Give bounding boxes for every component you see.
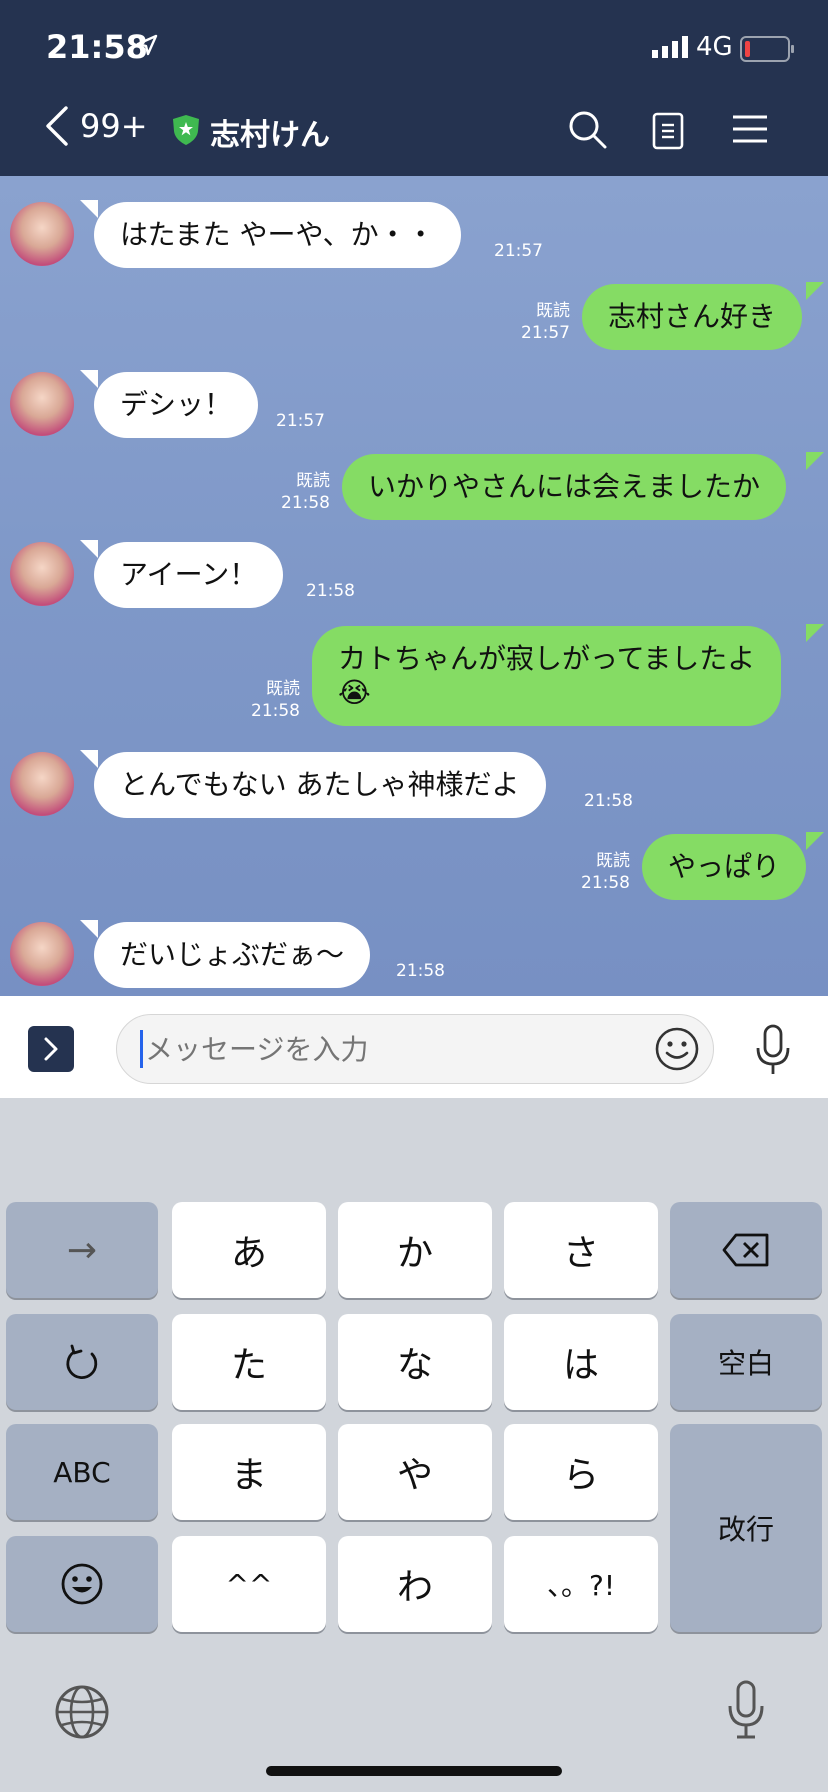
network-type: 4G — [696, 32, 733, 62]
message-bubble-outgoing[interactable]: 志村さん好き — [582, 284, 803, 350]
message-time: 21:58 — [251, 701, 300, 721]
read-receipt: 既読 — [536, 301, 570, 321]
message-bubble-outgoing[interactable]: やっぱり — [642, 834, 807, 900]
avatar[interactable] — [10, 752, 74, 816]
chat-area[interactable]: はたまた やーや、か・・ 21:57 既読 21:57 志村さん好き デシッ！ … — [0, 176, 828, 996]
undo-icon — [66, 1344, 98, 1379]
message-text: カトちゃんが寂しがってましたよ — [338, 642, 756, 675]
verified-shield-icon — [173, 115, 199, 145]
message-time: 21:58 — [396, 961, 445, 981]
crying-emoji: 😭 — [338, 676, 371, 709]
status-time: 21:58 — [46, 28, 148, 66]
text-caret — [140, 1030, 143, 1068]
notes-icon[interactable] — [652, 112, 684, 150]
key-ha[interactable]: は — [504, 1314, 658, 1410]
key-abc[interactable]: ABC — [6, 1424, 158, 1520]
key-ta[interactable]: た — [172, 1314, 326, 1410]
globe-icon[interactable] — [54, 1684, 110, 1740]
message-time: 21:58 — [281, 493, 330, 513]
home-indicator — [266, 1766, 562, 1776]
key-ra[interactable]: ら — [504, 1424, 658, 1520]
key-na[interactable]: な — [338, 1314, 492, 1410]
message-bubble-incoming[interactable]: アイーン！ — [94, 542, 284, 608]
battery-icon — [740, 36, 794, 62]
key-kaomoji[interactable]: ^^ — [172, 1536, 326, 1632]
key-ya[interactable]: や — [338, 1424, 492, 1520]
key-arrow[interactable]: → — [6, 1202, 158, 1298]
signal-icon — [652, 36, 688, 58]
message-time: 21:57 — [276, 411, 325, 431]
read-receipt: 既読 — [596, 851, 630, 871]
back-button[interactable]: 99+ — [44, 106, 148, 146]
avatar[interactable] — [10, 202, 74, 266]
backspace-icon — [722, 1233, 769, 1267]
key-ka[interactable]: か — [338, 1202, 492, 1298]
chevron-right-icon — [44, 1037, 58, 1061]
message-time: 21:58 — [306, 581, 355, 601]
menu-icon[interactable] — [732, 114, 768, 144]
message-bubble-outgoing[interactable]: カトちゃんが寂しがってましたよ 😭 — [312, 626, 782, 726]
message-bubble-incoming[interactable]: はたまた やーや、か・・ — [94, 202, 461, 268]
key-wa[interactable]: わ — [338, 1536, 492, 1632]
key-enter[interactable]: 改行 — [670, 1424, 822, 1632]
search-icon[interactable] — [568, 110, 608, 150]
microphone-icon[interactable] — [754, 1024, 792, 1076]
chevron-left-icon — [46, 106, 68, 146]
key-undo[interactable] — [6, 1314, 158, 1410]
message-bubble-incoming[interactable]: とんでもない あたしゃ神様だよ — [94, 752, 546, 818]
chat-header: 21:58 4G 99+ 志村けん — [0, 0, 828, 176]
avatar[interactable] — [10, 922, 74, 986]
emoji-icon — [61, 1563, 103, 1605]
unread-count: 99+ — [80, 107, 148, 145]
key-ma[interactable]: ま — [172, 1424, 326, 1520]
read-receipt: 既読 — [296, 471, 330, 491]
message-input[interactable] — [116, 1014, 714, 1084]
key-punctuation[interactable]: 、。?! — [504, 1536, 658, 1632]
avatar[interactable] — [10, 542, 74, 606]
message-time: 21:57 — [494, 241, 543, 261]
message-time: 21:58 — [584, 791, 633, 811]
key-a[interactable]: あ — [172, 1202, 326, 1298]
message-bubble-incoming[interactable]: デシッ！ — [94, 372, 259, 438]
message-time: 21:58 — [581, 873, 630, 893]
key-backspace[interactable] — [670, 1202, 822, 1298]
message-bubble-incoming[interactable]: だいじょぶだぁ～ — [94, 922, 371, 988]
expand-menu-button[interactable] — [28, 1026, 74, 1072]
message-bubble-outgoing[interactable]: いかりやさんには会えましたか — [342, 454, 787, 520]
emoji-icon[interactable] — [654, 1026, 700, 1072]
read-receipt: 既読 — [266, 679, 300, 699]
avatar[interactable] — [10, 372, 74, 436]
location-arrow-icon — [136, 34, 158, 56]
message-time: 21:57 — [521, 323, 570, 343]
key-emoji[interactable] — [6, 1536, 158, 1632]
key-sa[interactable]: さ — [504, 1202, 658, 1298]
key-space[interactable]: 空白 — [670, 1314, 822, 1410]
chat-title: 志村けん — [210, 118, 330, 153]
dictation-microphone-icon[interactable] — [726, 1680, 766, 1740]
